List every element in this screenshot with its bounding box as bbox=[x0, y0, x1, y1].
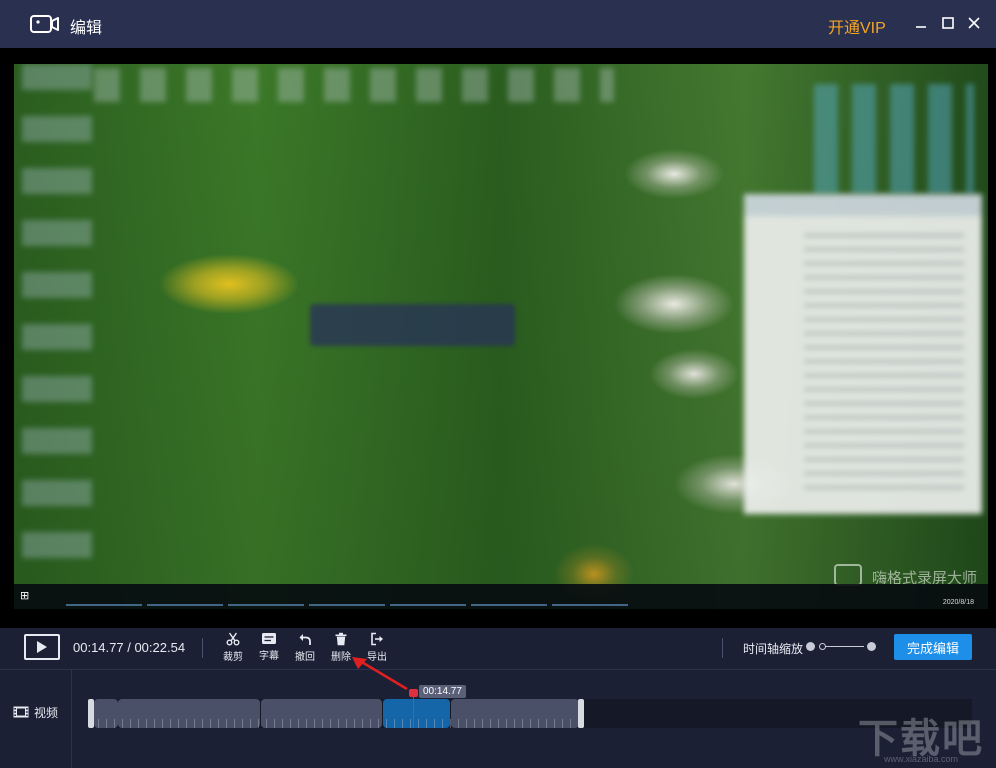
delete-button[interactable]: 删除 bbox=[326, 630, 356, 666]
film-strip-icon bbox=[13, 706, 29, 718]
window-title: 编辑 bbox=[70, 20, 103, 37]
taskbar-slot bbox=[228, 588, 304, 606]
subtitle-icon bbox=[262, 633, 276, 644]
maximize-button[interactable] bbox=[937, 12, 959, 34]
video-preview[interactable]: 嗨格式录屏大师 ⊞ 2020/8/18 bbox=[14, 64, 988, 609]
zoom-out-button[interactable] bbox=[806, 642, 815, 651]
export-button[interactable]: 导出 bbox=[362, 630, 392, 666]
playhead-line bbox=[413, 692, 414, 728]
timeline-panel: 视频 00:14.77 bbox=[0, 670, 996, 768]
undo-label: 撤回 bbox=[295, 652, 315, 663]
desktop-taskbar: ⊞ 2020/8/18 bbox=[14, 584, 988, 609]
taskbar-slot bbox=[471, 588, 547, 606]
minimize-button[interactable] bbox=[910, 12, 932, 34]
taskbar-slot bbox=[552, 588, 628, 606]
taskbar-slot bbox=[390, 588, 466, 606]
play-button[interactable] bbox=[24, 634, 60, 660]
timeline-zoom-label: 时间轴缩放 bbox=[743, 642, 804, 656]
preview-area: 嗨格式录屏大师 ⊞ 2020/8/18 bbox=[0, 48, 996, 628]
minimize-icon bbox=[916, 26, 926, 28]
video-track-label: 视频 bbox=[34, 706, 59, 720]
desktop-icons-blurred bbox=[94, 68, 614, 102]
time-display: 00:14.77 / 00:22.54 bbox=[73, 640, 186, 655]
export-label: 导出 bbox=[367, 652, 387, 663]
video-camera-icon bbox=[30, 15, 59, 33]
trim-handle-left[interactable] bbox=[88, 699, 94, 728]
video-clip[interactable] bbox=[94, 699, 118, 728]
divider bbox=[202, 638, 203, 658]
maximize-icon bbox=[942, 17, 954, 29]
title-bar: 编辑 开通VIP bbox=[0, 0, 996, 48]
cut-label: 裁剪 bbox=[223, 652, 243, 663]
blurred-app-window bbox=[744, 194, 982, 514]
playhead-time-tooltip: 00:14.77 bbox=[419, 685, 466, 698]
blurred-record-toolbar bbox=[310, 304, 515, 346]
taskbar-slot bbox=[147, 588, 223, 606]
video-clip-selected[interactable] bbox=[383, 699, 450, 728]
editor-controls: 00:14.77 / 00:22.54 裁剪 字幕 撤回 删除 导出 时间轴缩放… bbox=[0, 628, 996, 670]
export-icon bbox=[371, 632, 383, 646]
subtitle-label: 字幕 bbox=[259, 651, 279, 662]
desktop-icons-blurred bbox=[22, 64, 92, 574]
subtitle-button[interactable]: 字幕 bbox=[254, 630, 284, 666]
scissors-icon bbox=[226, 632, 240, 646]
tray-date: 2020/8/18 bbox=[942, 599, 974, 606]
zoom-slider-track[interactable] bbox=[822, 646, 864, 647]
undo-button[interactable]: 撤回 bbox=[290, 630, 320, 666]
windows-start-icon: ⊞ bbox=[20, 590, 30, 602]
zoom-in-button[interactable] bbox=[867, 642, 876, 651]
video-clip[interactable] bbox=[261, 699, 382, 728]
video-clip[interactable] bbox=[118, 699, 260, 728]
undo-icon bbox=[299, 634, 311, 645]
delete-label: 删除 bbox=[331, 652, 351, 663]
divider bbox=[722, 638, 723, 658]
cut-button[interactable]: 裁剪 bbox=[218, 630, 248, 666]
video-clip[interactable] bbox=[451, 699, 579, 728]
taskbar-slot bbox=[66, 588, 142, 606]
play-icon bbox=[37, 641, 47, 653]
video-track-header: 视频 bbox=[0, 670, 72, 768]
trash-icon bbox=[335, 632, 347, 646]
desktop-icons-blurred bbox=[814, 84, 974, 194]
taskbar-slot bbox=[309, 588, 385, 606]
trim-handle-right[interactable] bbox=[578, 699, 584, 728]
zoom-slider-knob[interactable] bbox=[819, 643, 826, 650]
finish-edit-button[interactable]: 完成编辑 bbox=[894, 634, 972, 660]
close-icon bbox=[968, 17, 980, 29]
vip-link[interactable]: 开通VIP bbox=[828, 14, 886, 38]
close-button[interactable] bbox=[963, 12, 985, 34]
watermark-logo bbox=[834, 564, 862, 586]
playhead-handle[interactable] bbox=[409, 689, 418, 697]
